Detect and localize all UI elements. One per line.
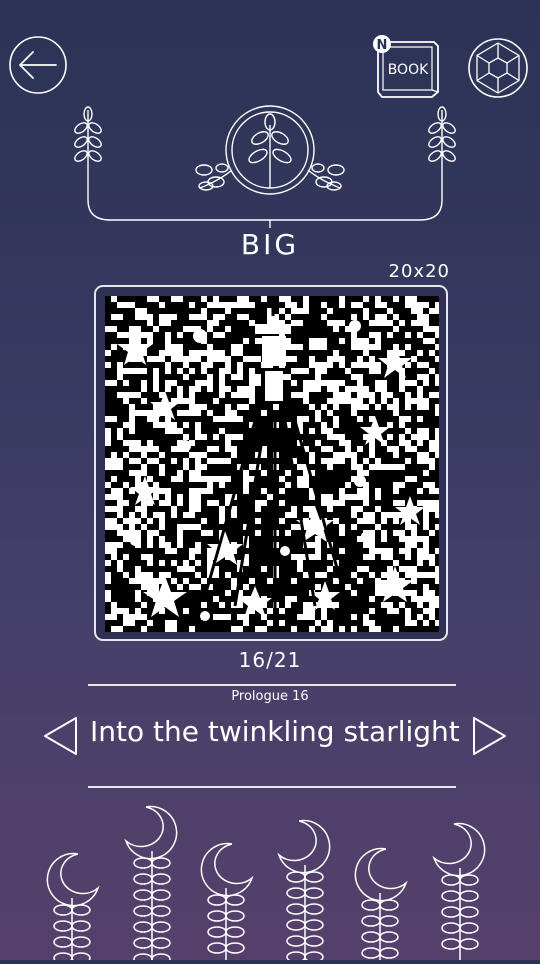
puzzle-pixel-image [105,296,439,632]
puzzle-preview[interactable] [94,285,448,641]
new-badge: N [377,38,388,53]
previous-puzzle-button[interactable] [40,712,82,760]
triangle-right-icon [473,717,506,755]
level-title: Into the twinkling starlight [90,715,460,748]
triangle-left-icon [44,717,77,755]
moon-flower-decoration [0,795,540,964]
book-button[interactable]: N BOOK [370,34,442,100]
settings-button[interactable] [467,37,529,99]
back-arrow-icon [9,36,67,94]
chapter-label: Prologue 16 [231,689,309,704]
difficulty-emblem [60,100,480,230]
difficulty-label: BIG [240,228,300,261]
puzzle-progress: 16/21 [238,648,302,672]
book-label: BOOK [388,62,429,78]
sprout-emblem-icon [74,105,456,228]
next-puzzle-button[interactable] [468,712,510,760]
divider-bottom [88,786,456,788]
divider-top [88,684,456,686]
back-button[interactable] [8,36,68,96]
book-icon: N BOOK [373,35,439,98]
crescent-moon-flowers-icon [46,805,486,964]
settings-hexagon-icon [468,38,528,98]
grid-size-label: 20x20 [388,261,450,282]
